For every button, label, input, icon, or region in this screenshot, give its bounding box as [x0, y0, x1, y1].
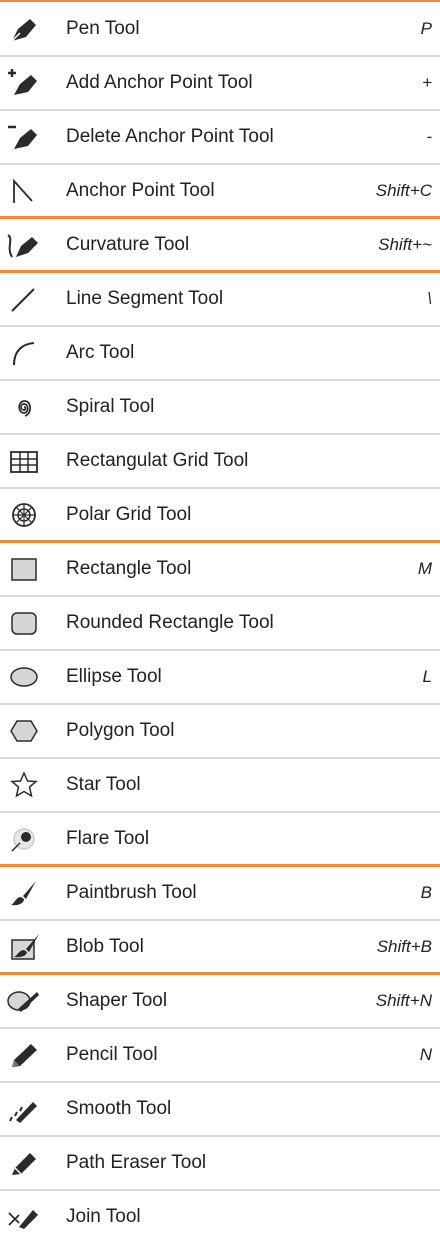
tool-label: Join Tool [66, 1206, 141, 1227]
tool-item-pen-tool[interactable]: Pen Tool P [0, 2, 440, 56]
tool-label: Curvature Tool [66, 234, 190, 255]
tool-shortcut: - [426, 127, 432, 146]
polygon-icon [6, 715, 42, 747]
curvature-icon [6, 229, 42, 261]
tool-item-curvature-tool[interactable]: Curvature Tool Shift+~ [0, 218, 440, 272]
delete-anchor-point-icon [6, 121, 42, 153]
tool-label: Arc Tool [66, 342, 135, 363]
tool-label: Anchor Point Tool [66, 180, 215, 201]
tool-label: Polygon Tool [66, 720, 175, 741]
tool-item-polar-grid-tool[interactable]: Polar Grid Tool [0, 488, 440, 542]
tool-label: Rectangulat Grid Tool [66, 450, 249, 471]
tool-item-spiral-tool[interactable]: Spiral Tool [0, 380, 440, 434]
tool-label: Rectangle Tool [66, 558, 192, 579]
tool-item-rectangle-tool[interactable]: Rectangle Tool M [0, 542, 440, 596]
tool-shortcut: B [420, 883, 432, 902]
tool-shortcut: + [422, 73, 432, 92]
arc-icon [6, 337, 42, 369]
blob-brush-icon [6, 931, 42, 963]
tool-item-pencil-tool[interactable]: Pencil Tool N [0, 1028, 440, 1082]
tool-label: Polar Grid Tool [66, 504, 192, 525]
tool-label: Flare Tool [66, 828, 150, 849]
tool-label: Blob Tool [66, 936, 144, 957]
tool-item-delete-anchor-point-tool[interactable]: Delete Anchor Point Tool - [0, 110, 440, 164]
pencil-icon [6, 1039, 42, 1071]
tool-label: Pen Tool [66, 18, 140, 39]
tool-shortcut: M [417, 559, 432, 578]
tool-item-add-anchor-point-tool[interactable]: Add Anchor Point Tool + [0, 56, 440, 110]
tool-shortcut: \ [427, 289, 432, 308]
tool-shortcut: P [420, 19, 432, 38]
tool-label: Pencil Tool [66, 1044, 158, 1065]
tool-item-ellipse-tool[interactable]: Ellipse Tool L [0, 650, 440, 704]
rectangle-icon [6, 553, 42, 585]
tool-label: Rounded Rectangle Tool [66, 612, 274, 633]
rounded-rectangle-icon [6, 607, 42, 639]
tool-label: Ellipse Tool [66, 666, 162, 687]
ellipse-icon [6, 661, 42, 693]
tool-label: Line Segment Tool [66, 288, 224, 309]
tool-label: Shaper Tool [66, 990, 168, 1011]
paintbrush-icon [6, 877, 42, 909]
join-icon [6, 1201, 42, 1233]
tool-shortcut: L [422, 667, 432, 686]
tool-item-line-segment-tool[interactable]: Line Segment Tool \ [0, 272, 440, 326]
polar-grid-icon [6, 499, 42, 531]
tool-item-arc-tool[interactable]: Arc Tool [0, 326, 440, 380]
tool-item-shaper-tool[interactable]: Shaper Tool Shift+N [0, 974, 440, 1028]
tool-label: Star Tool [66, 774, 141, 795]
tool-item-star-tool[interactable]: Star Tool [0, 758, 440, 812]
tool-label: Smooth Tool [66, 1098, 172, 1119]
tool-item-rounded-rectangle-tool[interactable]: Rounded Rectangle Tool [0, 596, 440, 650]
flare-icon [6, 823, 42, 855]
tool-item-smooth-tool[interactable]: Smooth Tool [0, 1082, 440, 1136]
tool-item-rectangulat-grid-tool[interactable]: Rectangulat Grid Tool [0, 434, 440, 488]
tool-label: Spiral Tool [66, 396, 155, 417]
tool-shortcut: N [419, 1045, 432, 1064]
tool-item-join-tool[interactable]: Join Tool [0, 1190, 440, 1244]
tool-label: Paintbrush Tool [66, 882, 197, 903]
path-eraser-icon [6, 1147, 42, 1179]
anchor-point-icon [6, 175, 42, 207]
tool-shortcut: Shift+~ [378, 235, 432, 254]
rectangular-grid-icon [6, 445, 42, 477]
pen-icon [6, 13, 42, 45]
tool-item-anchor-point-tool[interactable]: Anchor Point Tool Shift+C [0, 164, 440, 218]
tool-label: Delete Anchor Point Tool [66, 126, 274, 147]
line-segment-icon [6, 283, 42, 315]
tool-list: Pen Tool P Add Anchor Point Tool + Delete An… [0, 0, 440, 1229]
tool-item-polygon-tool[interactable]: Polygon Tool [0, 704, 440, 758]
add-anchor-point-icon [6, 67, 42, 99]
spiral-icon [6, 391, 42, 423]
tool-item-path-eraser-tool[interactable]: Path Eraser Tool [0, 1136, 440, 1190]
tool-label: Path Eraser Tool [66, 1152, 207, 1173]
tool-item-blob-tool[interactable]: Blob Tool Shift+B [0, 920, 440, 974]
tool-shortcut: Shift+N [375, 991, 432, 1010]
star-icon [6, 769, 42, 801]
tool-item-flare-tool[interactable]: Flare Tool [0, 812, 440, 866]
tool-shortcut: Shift+B [376, 937, 432, 956]
tool-label: Add Anchor Point Tool [66, 72, 253, 93]
smooth-icon [6, 1093, 42, 1125]
tool-item-paintbrush-tool[interactable]: Paintbrush Tool B [0, 866, 440, 920]
shaper-icon [6, 985, 42, 1017]
tool-shortcut: Shift+C [375, 181, 432, 200]
